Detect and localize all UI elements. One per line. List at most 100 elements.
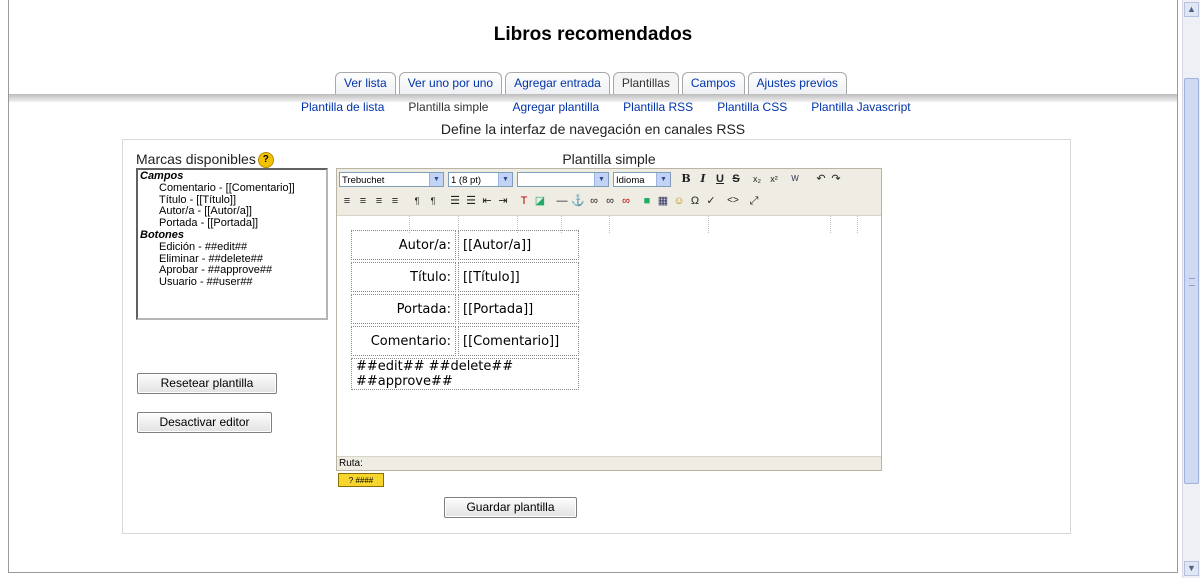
tab-plantillas[interactable]: Plantillas: [612, 72, 679, 94]
save-template-button[interactable]: Guardar plantilla: [444, 497, 577, 518]
row-label: Portada:: [351, 294, 456, 324]
text-color-icon[interactable]: T: [517, 194, 531, 208]
tab-ajustes-previos[interactable]: Ajustes previos: [747, 72, 847, 94]
table-row: Autor/a: [[Autor/a]]: [351, 230, 579, 260]
tab-bar: Ver lista Ver uno por uno Agregar entrad…: [335, 72, 847, 94]
row-label: Título:: [351, 262, 456, 292]
subtab-bar: Plantilla de lista Plantilla simple Agre…: [289, 100, 923, 114]
font-family-value: Trebuchet: [342, 175, 385, 186]
bg-color-icon[interactable]: ◪: [533, 194, 547, 208]
marcas-label: Marcas disponibles?: [136, 151, 274, 169]
align-center-icon[interactable]: ≡: [356, 194, 370, 208]
undo-icon[interactable]: ↶: [814, 172, 828, 186]
redo-icon[interactable]: ↷: [829, 172, 843, 186]
subtab-plantilla-rss[interactable]: Plantilla RSS: [611, 100, 705, 114]
table-row: ##edit## ##delete## ##approve##: [351, 358, 579, 390]
underline-icon[interactable]: U: [713, 172, 727, 186]
language-value: Idioma: [616, 175, 645, 186]
unlink-icon[interactable]: ∞: [619, 194, 633, 208]
format-select[interactable]: ▼: [517, 172, 609, 187]
buttons-row: ##edit## ##delete## ##approve##: [351, 358, 579, 390]
indent-icon[interactable]: ⇥: [496, 194, 510, 208]
strikethrough-icon[interactable]: S: [729, 172, 743, 186]
ltr-icon[interactable]: ¶: [410, 194, 424, 208]
editor-title: Plantilla simple: [562, 151, 656, 167]
table-row: Título: [[Título]]: [351, 262, 579, 292]
subscript-icon[interactable]: x₂: [750, 172, 764, 186]
marcas-listbox[interactable]: Campos Comentario - [[Comentario]] Títul…: [136, 168, 328, 320]
editor-path-bar: Ruta:: [337, 456, 881, 470]
font-size-value: 1 (8 pt): [451, 175, 482, 186]
table-icon[interactable]: ▦: [656, 194, 670, 208]
scroll-down-arrow-icon[interactable]: ▼: [1184, 561, 1199, 576]
help-tags-icon[interactable]: ? ####: [338, 473, 384, 487]
tab-ver-uno-por-uno[interactable]: Ver uno por uno: [398, 72, 503, 94]
grip-icon: [1189, 278, 1195, 286]
ordered-list-icon[interactable]: ☰: [448, 194, 462, 208]
outdent-icon[interactable]: ⇤: [480, 194, 494, 208]
special-char-icon[interactable]: Ω: [688, 194, 702, 208]
language-select[interactable]: Idioma ▼: [613, 172, 671, 187]
ruler-line: [857, 216, 858, 233]
subtab-plantilla-simple: Plantilla simple: [408, 100, 489, 114]
fullscreen-icon[interactable]: ⤢: [747, 194, 761, 208]
italic-icon[interactable]: I: [696, 172, 710, 186]
list-item[interactable]: Edición - ##edit##: [140, 241, 324, 254]
scrollbar-thumb[interactable]: [1184, 78, 1199, 484]
table-row: Portada: [[Portada]]: [351, 294, 579, 324]
template-table: Autor/a: [[Autor/a]] Título: [[Título]] …: [349, 228, 581, 392]
font-size-select[interactable]: 1 (8 pt) ▼: [448, 172, 513, 187]
align-left-icon[interactable]: ≡: [340, 194, 354, 208]
spellcheck-icon[interactable]: ✓: [704, 194, 718, 208]
page-title: Libros recomendados: [493, 24, 693, 45]
chevron-down-icon: ▼: [656, 173, 670, 186]
section-heading: Define la interfaz de navegación en cana…: [440, 121, 746, 137]
anchor-icon[interactable]: ⚓: [571, 194, 585, 208]
rtl-icon[interactable]: ¶: [426, 194, 440, 208]
image-icon[interactable]: ■: [640, 194, 654, 208]
unordered-list-icon[interactable]: ☰: [464, 194, 478, 208]
vertical-scrollbar[interactable]: ▲ ▼: [1182, 0, 1200, 578]
ruler-line: [830, 216, 831, 233]
help-icon[interactable]: ?: [257, 152, 274, 169]
horizontal-rule-icon[interactable]: —: [555, 194, 569, 208]
list-group-header: Botones: [140, 228, 184, 241]
subtab-agregar-plantilla[interactable]: Agregar plantilla: [500, 100, 611, 114]
row-label: Comentario:: [351, 326, 456, 356]
marcas-label-text: Marcas disponibles: [136, 151, 256, 167]
editor-content-area[interactable]: Autor/a: [[Autor/a]] Título: [[Título]] …: [337, 216, 881, 456]
ruler-line: [609, 216, 610, 233]
list-item[interactable]: Usuario - ##user##: [140, 276, 324, 289]
subtab-plantilla-css[interactable]: Plantilla CSS: [705, 100, 799, 114]
align-right-icon[interactable]: ≡: [372, 194, 386, 208]
font-family-select[interactable]: Trebuchet ▼: [339, 172, 444, 187]
row-tag: [[Título]]: [458, 262, 579, 292]
bold-icon[interactable]: B: [679, 172, 693, 186]
justify-icon[interactable]: ≡: [388, 194, 402, 208]
table-row: Comentario: [[Comentario]]: [351, 326, 579, 356]
smiley-icon[interactable]: ☺: [672, 194, 686, 208]
editor-toolbar: Trebuchet ▼ 1 (8 pt) ▼ ▼ Idioma ▼ B I U S x…: [337, 169, 881, 216]
subtab-plantilla-de-lista[interactable]: Plantilla de lista: [289, 100, 396, 114]
subtab-plantilla-javascript[interactable]: Plantilla Javascript: [799, 100, 922, 114]
tab-campos[interactable]: Campos: [681, 72, 745, 94]
row-tag: [[Comentario]]: [458, 326, 579, 356]
chevron-down-icon: ▼: [594, 173, 608, 186]
superscript-icon[interactable]: x²: [767, 172, 781, 186]
row-tag: [[Autor/a]]: [458, 230, 579, 260]
rich-text-editor: Trebuchet ▼ 1 (8 pt) ▼ ▼ Idioma ▼ B I U S x…: [336, 168, 882, 471]
paste-word-icon[interactable]: W: [788, 172, 802, 186]
disable-editor-button[interactable]: Desactivar editor: [137, 412, 272, 433]
scroll-up-arrow-icon[interactable]: ▲: [1184, 2, 1199, 17]
list-item[interactable]: Comentario - [[Comentario]]: [140, 182, 324, 195]
tab-agregar-entrada[interactable]: Agregar entrada: [505, 72, 610, 94]
link-icon[interactable]: ∞: [587, 194, 601, 208]
chevron-down-icon: ▼: [498, 173, 512, 186]
ruler-line: [708, 216, 709, 233]
nolink-icon[interactable]: ∞: [603, 194, 617, 208]
html-source-icon[interactable]: <>: [726, 194, 740, 208]
reset-template-button[interactable]: Resetear plantilla: [137, 373, 277, 394]
tab-ver-lista[interactable]: Ver lista: [335, 72, 396, 94]
chevron-down-icon: ▼: [429, 173, 443, 186]
row-label: Autor/a:: [351, 230, 456, 260]
